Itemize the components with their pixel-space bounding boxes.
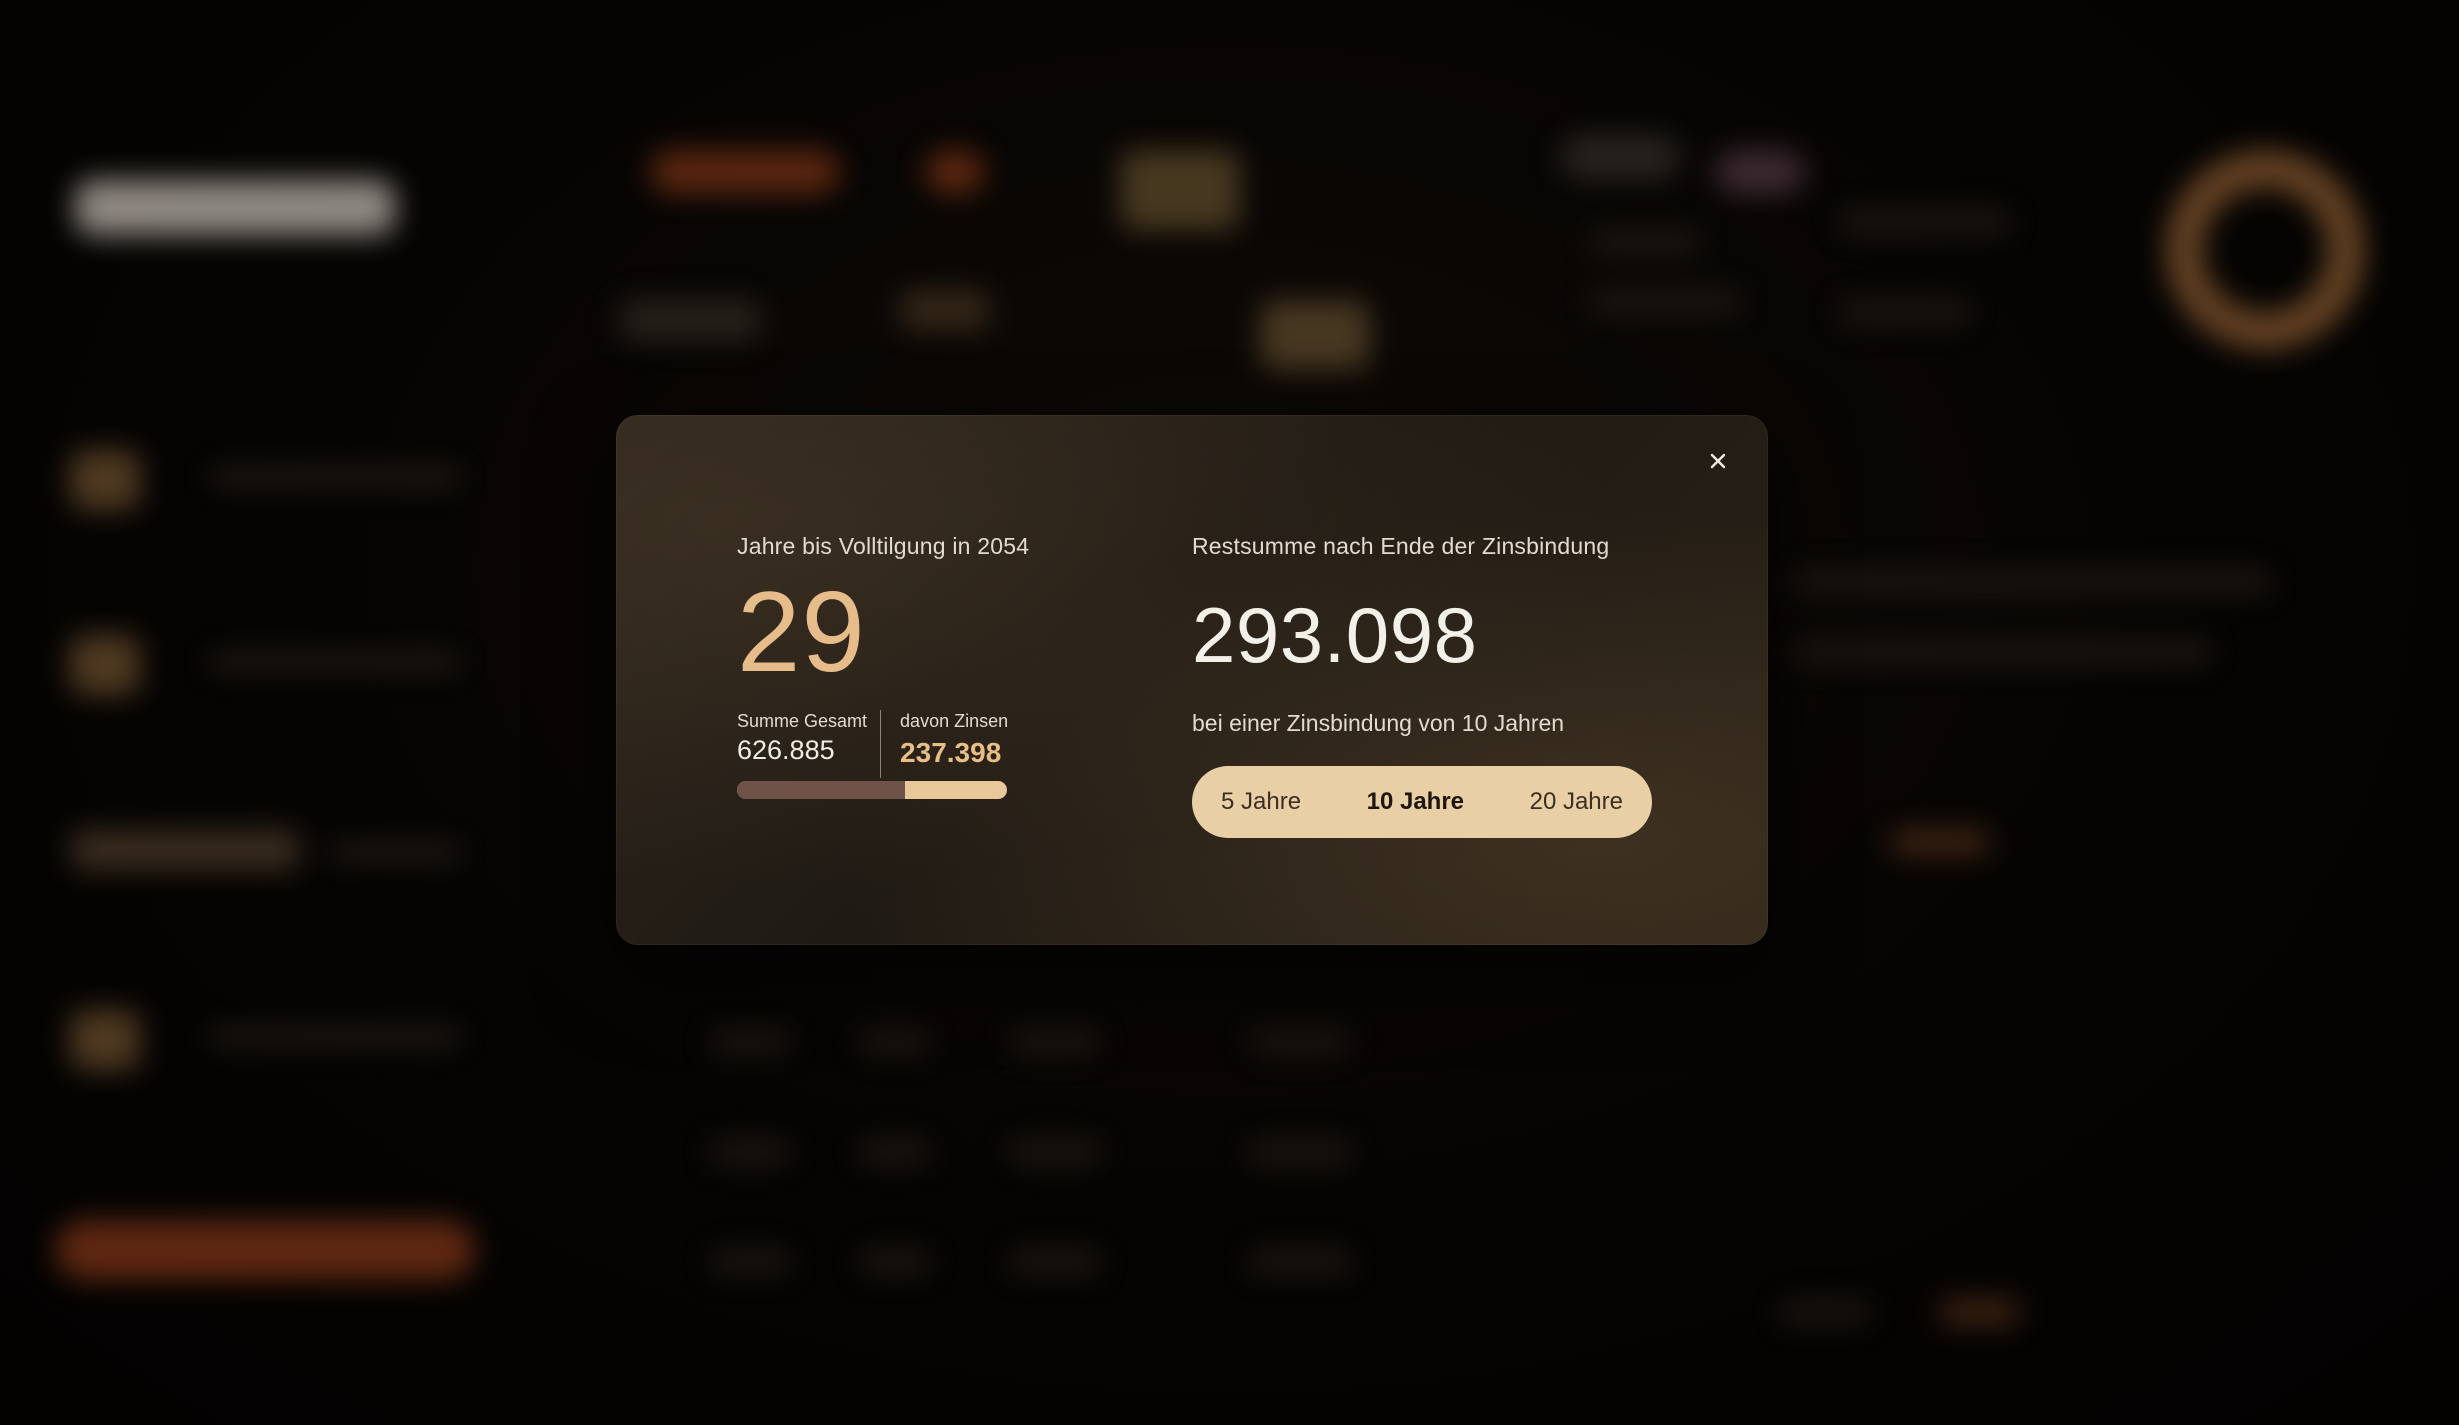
background-nav-label <box>210 1030 460 1044</box>
background-pill <box>1715 150 1805 194</box>
background-row <box>1250 1140 1350 1164</box>
close-icon <box>1710 453 1726 469</box>
background-nav-icon <box>70 635 140 695</box>
background-sidebar-button <box>55 1220 475 1280</box>
background-row <box>1590 230 1700 254</box>
fixed-rate-period-text: bei einer Zinsbindung von 10 Jahren <box>1192 710 1565 736</box>
payoff-section: Jahre bis Volltilgung in 2054 29 Summe G… <box>737 535 1097 799</box>
principal-interest-bar <box>737 781 1007 799</box>
background-row <box>900 290 990 330</box>
background-row <box>1790 570 2270 594</box>
total-sum: Summe Gesamt 626.885 <box>737 710 882 778</box>
background-row <box>860 1250 930 1274</box>
total-sum-label: Summe Gesamt <box>737 711 868 731</box>
remaining-value: 293.098 <box>1192 591 1478 679</box>
option-5-years[interactable]: 5 Jahre <box>1221 788 1301 816</box>
remaining-label: Restsumme nach Ende der Zinsbindung <box>1192 533 1610 559</box>
background-row <box>1010 1030 1100 1054</box>
background-nav-icon <box>70 830 300 870</box>
option-10-years[interactable]: 10 Jahre <box>1367 788 1464 816</box>
background-row <box>1780 1300 1870 1324</box>
background-row <box>1250 1250 1350 1274</box>
interest-sum-value: 237.398 <box>900 737 1002 768</box>
background-donut-chart <box>2165 150 2365 350</box>
background-row <box>710 1030 790 1054</box>
background-block <box>1120 150 1240 230</box>
background-row <box>1840 210 2010 234</box>
background-pill <box>925 150 985 194</box>
background-row <box>620 300 760 340</box>
payoff-label: Jahre bis Volltilgung in 2054 <box>737 533 1030 559</box>
background-nav-label <box>210 655 460 669</box>
background-row <box>710 1250 790 1274</box>
close-button[interactable] <box>1698 441 1738 481</box>
background-nav-icon <box>70 450 140 510</box>
background-row <box>1790 640 2210 664</box>
background-row <box>1840 300 1970 324</box>
interest-sum: davon Zinsen 237.398 <box>881 710 1008 778</box>
total-sum-value: 626.885 <box>737 735 835 765</box>
payoff-years-value: 29 <box>737 569 866 696</box>
background-row <box>860 1030 930 1054</box>
background-pill <box>650 150 840 194</box>
app-stage: Jahre bis Volltilgung in 2054 29 Summe G… <box>0 0 2459 1425</box>
background-logo <box>75 180 395 235</box>
remaining-section: Restsumme nach Ende der Zinsbindung 293.… <box>1192 535 1712 838</box>
background-row <box>1940 1300 2020 1324</box>
background-row <box>1590 290 1740 314</box>
background-row <box>860 1140 930 1164</box>
option-20-years[interactable]: 20 Jahre <box>1530 788 1623 816</box>
background-row <box>1010 1140 1100 1164</box>
principal-share-fill <box>737 781 905 799</box>
background-nav-label <box>210 470 460 484</box>
background-row <box>710 1140 790 1164</box>
background-row <box>1010 1250 1100 1274</box>
background-nav-icon <box>70 1010 140 1070</box>
background-pill <box>1560 135 1680 179</box>
fixed-rate-period-selector: 5 Jahre 10 Jahre 20 Jahre <box>1192 766 1652 838</box>
background-block <box>1260 300 1370 370</box>
background-nav-label <box>330 845 460 859</box>
background-row <box>1250 1030 1350 1054</box>
interest-sum-label: davon Zinsen <box>900 711 1009 731</box>
background-row <box>1890 830 1990 854</box>
sums-row: Summe Gesamt 626.885 davon Zinsen 237.39… <box>737 710 1097 778</box>
loan-summary-modal: Jahre bis Volltilgung in 2054 29 Summe G… <box>616 415 1768 945</box>
